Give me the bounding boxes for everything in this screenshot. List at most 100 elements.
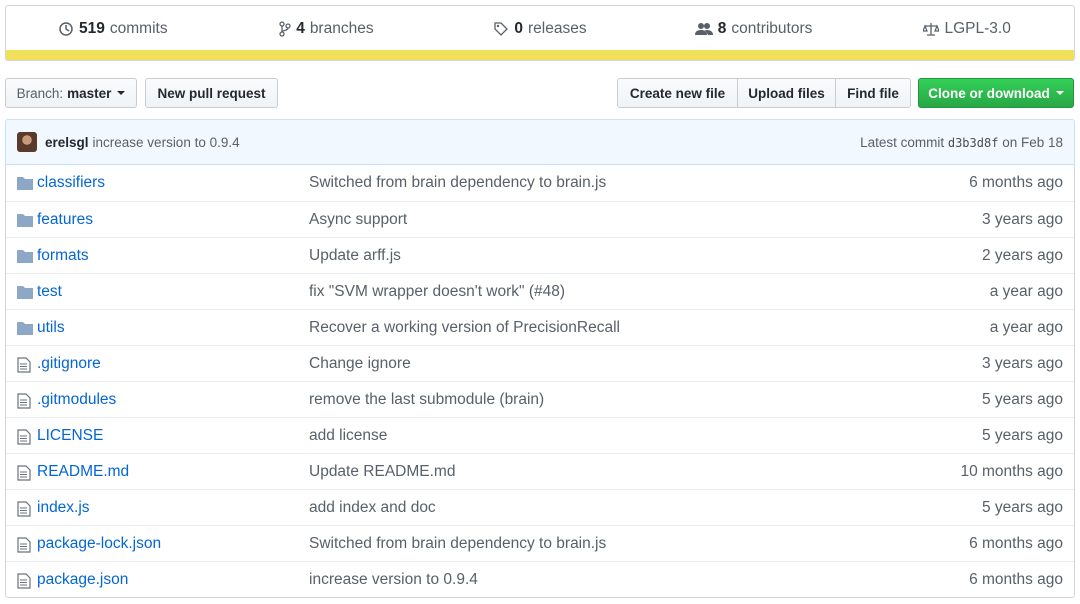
- file-name-link[interactable]: test: [37, 283, 62, 301]
- releases-count: 0: [514, 20, 523, 37]
- file-row: formats Update arff.js 2 years ago: [6, 237, 1074, 273]
- file-icon: [17, 357, 33, 373]
- file-row: test fix "SVM wrapper doesn't work" (#48)…: [6, 273, 1074, 309]
- commit-age: 5 years ago: [982, 426, 1063, 444]
- contributors-label: contributors: [731, 20, 813, 37]
- commit-message-link[interactable]: Switched from brain dependency to brain.…: [309, 174, 606, 192]
- commit-age: 3 years ago: [982, 210, 1063, 228]
- branches-count: 4: [296, 20, 305, 37]
- commit-age: a year ago: [989, 318, 1063, 336]
- language-bar[interactable]: [6, 50, 1074, 60]
- clone-label: Clone or download: [928, 85, 1050, 101]
- commit-message-link[interactable]: add index and doc: [309, 499, 436, 517]
- file-row: README.md Update README.md 10 months ago: [6, 453, 1074, 489]
- file-name-link[interactable]: LICENSE: [37, 427, 103, 445]
- file-icon: [17, 393, 33, 409]
- file-row: LICENSE add license 5 years ago: [6, 417, 1074, 453]
- folder-icon: [17, 249, 33, 263]
- commit-message-link[interactable]: Update README.md: [309, 463, 455, 481]
- folder-icon: [17, 176, 33, 190]
- branches-label: branches: [309, 20, 374, 37]
- commit-age: 3 years ago: [982, 354, 1063, 372]
- commit-age: 10 months ago: [960, 462, 1063, 480]
- file-row: classifiers Switched from brain dependenc…: [6, 165, 1074, 201]
- commit-message-link[interactable]: increase version to 0.9.4: [309, 571, 478, 589]
- commit-message[interactable]: increase version to 0.9.4: [93, 135, 240, 150]
- create-file-label: Create new file: [629, 85, 726, 101]
- file-name-link[interactable]: .gitmodules: [37, 391, 116, 409]
- clone-or-download-button[interactable]: Clone or download: [918, 78, 1074, 108]
- commits-count: 519: [79, 20, 105, 37]
- file-row: package.json increase version to 0.9.4 6 m…: [6, 561, 1074, 597]
- branch-icon: [279, 21, 291, 37]
- releases-link[interactable]: 0 releases: [433, 20, 647, 38]
- file-row: .gitmodules remove the last submodule (br…: [6, 381, 1074, 417]
- commit-author[interactable]: erelsgl: [45, 135, 89, 150]
- create-new-file-button[interactable]: Create new file: [617, 78, 738, 108]
- commit-date: on Feb 18: [1002, 134, 1063, 150]
- releases-label: releases: [528, 20, 587, 37]
- file-icon: [17, 429, 33, 445]
- file-name-link[interactable]: features: [37, 211, 93, 229]
- file-name-link[interactable]: .gitignore: [37, 355, 101, 373]
- history-icon: [59, 22, 73, 36]
- license-label: LGPL-3.0: [944, 20, 1011, 37]
- commit-age: 2 years ago: [982, 246, 1063, 264]
- license-link[interactable]: LGPL-3.0: [860, 20, 1074, 38]
- file-icon: [17, 537, 33, 553]
- commit-age: 5 years ago: [982, 390, 1063, 408]
- new-pull-request-button[interactable]: New pull request: [145, 78, 278, 108]
- author-avatar[interactable]: [17, 132, 37, 152]
- commit-message-link[interactable]: Async support: [309, 211, 407, 229]
- commit-message-link[interactable]: add license: [309, 427, 387, 445]
- upload-label: Upload files: [748, 85, 825, 101]
- commit-message-link[interactable]: Recover a working version of PrecisionRe…: [309, 319, 620, 337]
- file-row: package-lock.json Switched from brain dep…: [6, 525, 1074, 561]
- tag-icon: [494, 22, 509, 36]
- caret-down-icon: [117, 91, 126, 95]
- commit-age: 6 months ago: [969, 534, 1063, 552]
- branches-link[interactable]: 4 branches: [220, 20, 434, 38]
- branch-prefix: Branch:: [16, 85, 64, 101]
- file-name-link[interactable]: package.json: [37, 571, 128, 589]
- commit-age: 6 months ago: [969, 570, 1063, 588]
- file-row: .gitignore Change ignore 3 years ago: [6, 345, 1074, 381]
- find-label: Find file: [847, 85, 899, 101]
- file-icon: [17, 573, 33, 589]
- contributors-count: 8: [717, 20, 727, 37]
- branch-name: master: [67, 85, 112, 101]
- contributors-link[interactable]: 8 contributors: [647, 20, 861, 38]
- file-icon: [17, 465, 33, 481]
- commit-age: 5 years ago: [982, 498, 1063, 516]
- file-name-link[interactable]: classifiers: [37, 174, 105, 192]
- file-icon: [17, 501, 33, 517]
- commits-link[interactable]: 519 commits: [6, 20, 220, 38]
- file-name-link[interactable]: README.md: [37, 463, 129, 481]
- find-file-button[interactable]: Find file: [835, 78, 911, 108]
- commit-message-link[interactable]: fix "SVM wrapper doesn't work" (#48): [309, 283, 565, 301]
- file-name-link[interactable]: utils: [37, 319, 65, 337]
- people-icon: [694, 23, 713, 35]
- file-name-link[interactable]: index.js: [37, 499, 90, 517]
- file-row: index.js add index and doc 5 years ago: [6, 489, 1074, 525]
- file-name-link[interactable]: package-lock.json: [37, 535, 161, 553]
- caret-down-icon: [1055, 91, 1064, 95]
- latest-commit-bar: erelsgl increase version to 0.9.4 Latest…: [5, 119, 1075, 165]
- commit-age: 6 months ago: [969, 174, 1063, 191]
- latest-commit-info: Latest commit d3b3d8f on Feb 18: [860, 135, 1063, 150]
- commit-age: a year ago: [989, 282, 1063, 300]
- file-list: classifiers Switched from brain dependenc…: [5, 165, 1075, 598]
- folder-icon: [17, 285, 33, 299]
- commit-message-link[interactable]: Change ignore: [309, 355, 411, 373]
- law-icon: [923, 23, 940, 36]
- commit-message-link[interactable]: remove the last submodule (brain): [309, 391, 544, 409]
- repo-summary-bar: 519 commits 4 branches 0 releases 8 cont…: [5, 5, 1075, 61]
- upload-files-button[interactable]: Upload files: [737, 78, 836, 108]
- commit-message-link[interactable]: Switched from brain dependency to brain.…: [309, 535, 606, 553]
- file-name-link[interactable]: formats: [37, 247, 89, 265]
- commits-label: commits: [109, 20, 168, 37]
- commit-message-link[interactable]: Update arff.js: [309, 247, 401, 265]
- branch-select-button[interactable]: Branch: master: [5, 78, 137, 108]
- commit-sha[interactable]: d3b3d8f: [948, 136, 999, 150]
- folder-icon: [17, 213, 33, 227]
